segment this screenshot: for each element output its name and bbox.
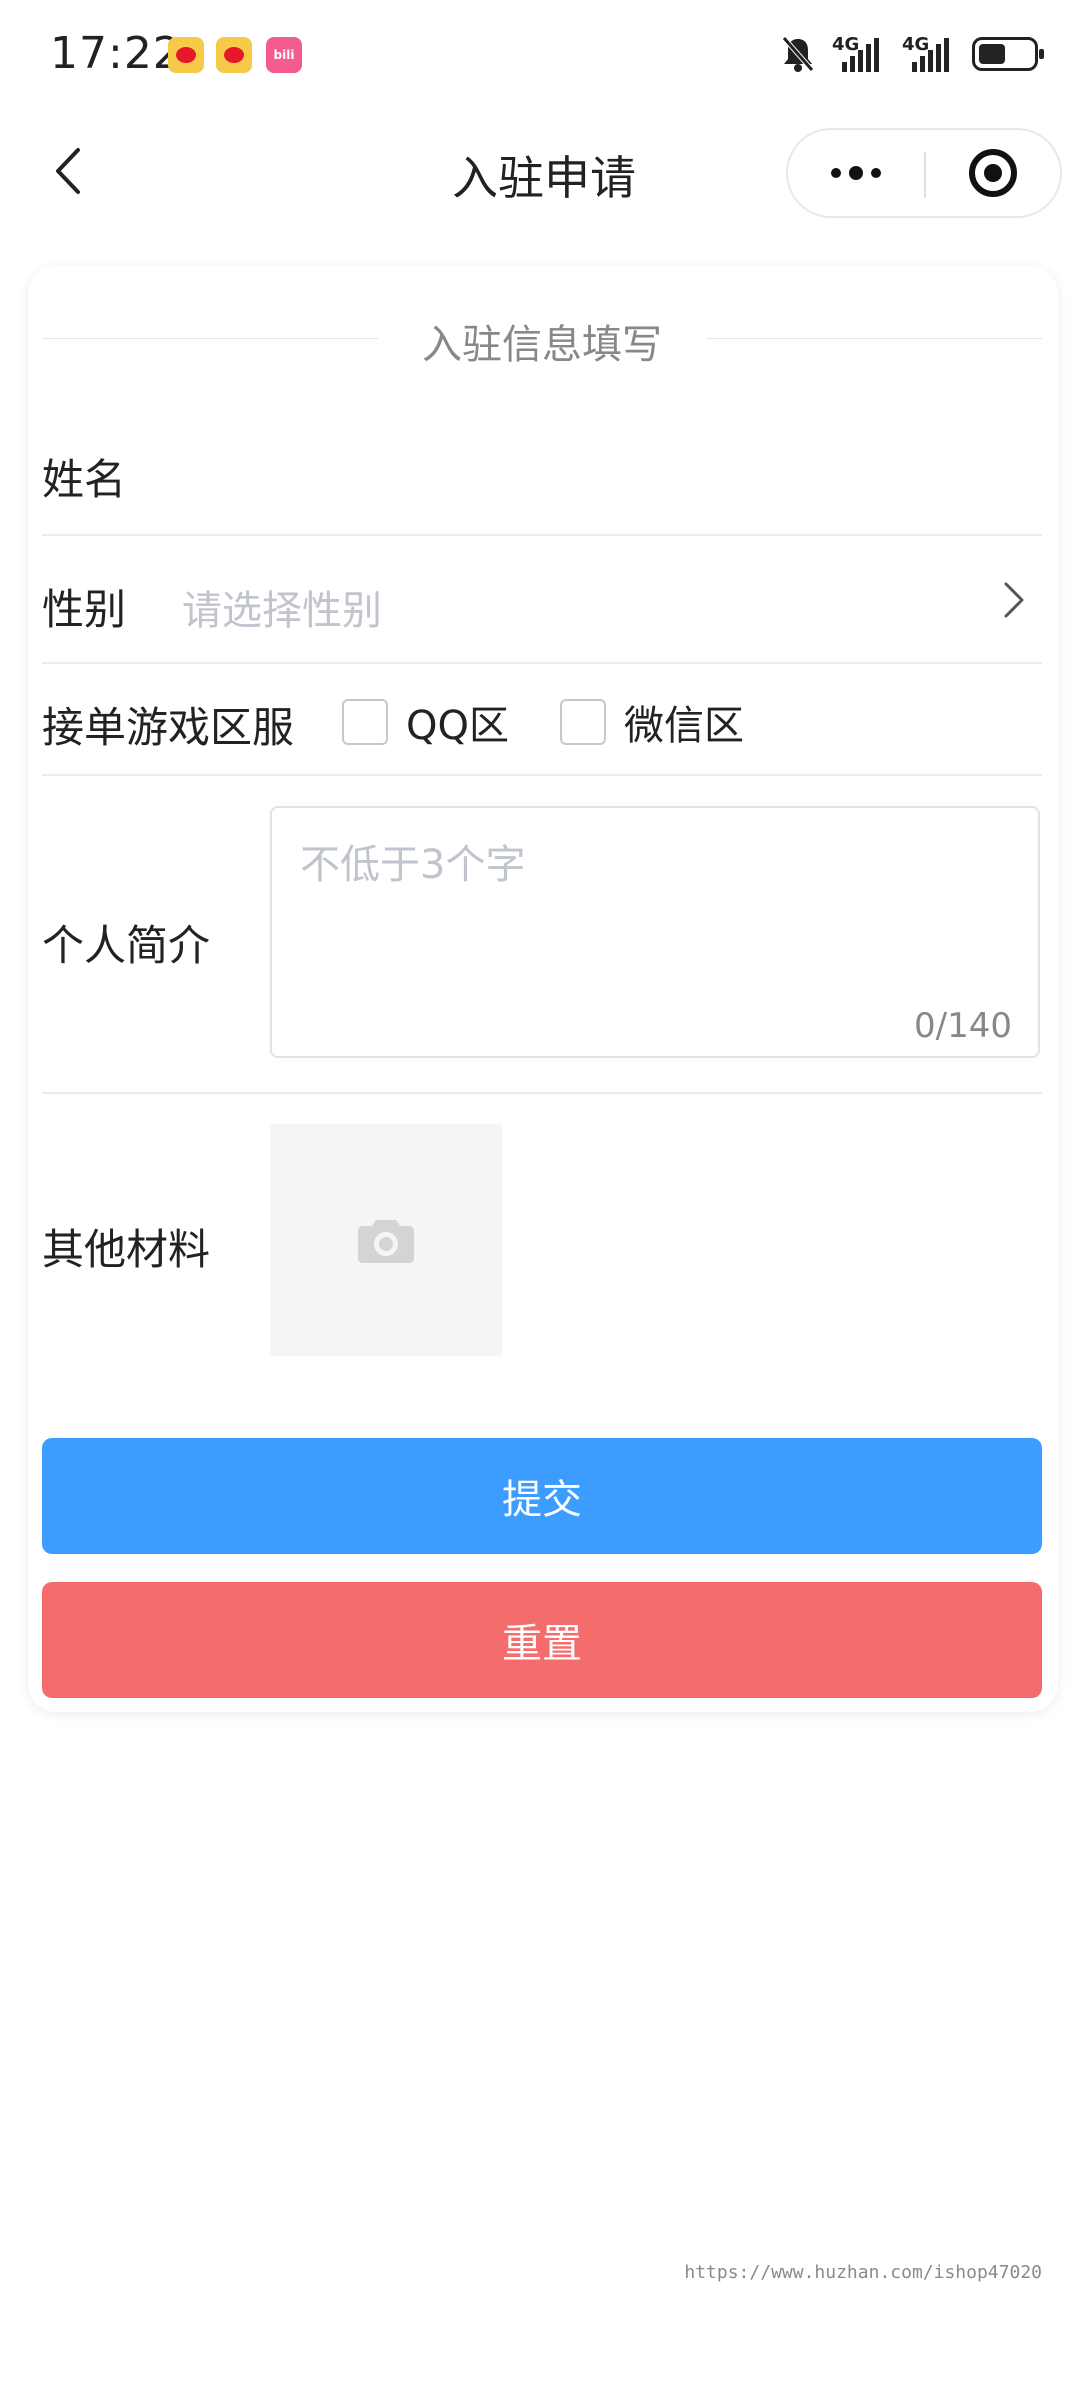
target-icon [969, 149, 1017, 197]
watermark-text: https://www.huzhan.com/ishop47020 [684, 2262, 1042, 2283]
gender-label: 性别 [42, 585, 127, 634]
name-label: 姓名 [42, 455, 127, 504]
bell-muted-icon [782, 36, 814, 72]
checkbox-box[interactable] [342, 699, 388, 745]
status-bar: 17:22 bili 4G 4G [0, 0, 1088, 110]
name-field[interactable]: 姓名 [42, 406, 1042, 536]
checkbox-label: QQ区 [406, 703, 509, 749]
material-field: 其他材料 [42, 1094, 1042, 1394]
submit-button[interactable]: 提交 [42, 1438, 1042, 1554]
gender-field: 性别 请选择性别 [42, 536, 1042, 664]
bilibili-icon: bili [266, 37, 302, 73]
dot-icon [831, 168, 841, 178]
dot-icon [849, 166, 863, 180]
intro-field: 个人简介 不低于3个字 0/140 [42, 776, 1042, 1094]
checkbox-qq[interactable]: QQ区 [342, 696, 509, 749]
intro-label: 个人简介 [42, 921, 211, 970]
form-card: 入驻信息填写 姓名 性别 请选择性别 接单游戏区服 QQ区 微信区 个人简介 不… [28, 266, 1058, 1712]
signal-icon: 4G [902, 34, 956, 74]
status-time: 17:22 [50, 28, 182, 79]
divider-line [706, 338, 1042, 339]
checkbox-wechat[interactable]: 微信区 [560, 696, 744, 749]
weibo-icon [216, 37, 252, 73]
intro-textarea[interactable]: 不低于3个字 0/140 [270, 806, 1040, 1058]
camera-icon [358, 1220, 414, 1263]
more-button[interactable] [788, 130, 924, 216]
battery-icon [972, 37, 1044, 71]
reset-button[interactable]: 重置 [42, 1582, 1042, 1698]
section-title-text: 入驻信息填写 [422, 322, 662, 368]
close-mini-program-button[interactable] [926, 130, 1060, 216]
status-indicators: 4G 4G [780, 34, 1044, 74]
navigation-bar: 入驻申请 [0, 120, 1088, 220]
chevron-right-icon [1004, 582, 1024, 618]
checkbox-label: 微信区 [624, 703, 744, 749]
intro-placeholder: 不低于3个字 [300, 842, 526, 888]
checkbox-box[interactable] [560, 699, 606, 745]
upload-button[interactable] [270, 1124, 502, 1356]
game-server-field: 接单游戏区服 QQ区 微信区 [42, 664, 1042, 776]
weibo-icon [168, 37, 204, 73]
game-server-label: 接单游戏区服 [42, 703, 295, 752]
dot-icon [871, 168, 881, 178]
mini-program-capsule [786, 128, 1062, 218]
gender-placeholder: 请选择性别 [182, 588, 382, 634]
gender-picker[interactable]: 请选择性别 [182, 536, 1042, 662]
section-title: 入驻信息填写 [42, 312, 1042, 368]
signal-icon: 4G [832, 34, 886, 74]
material-label: 其他材料 [42, 1225, 211, 1274]
character-counter: 0/140 [914, 1006, 1012, 1046]
